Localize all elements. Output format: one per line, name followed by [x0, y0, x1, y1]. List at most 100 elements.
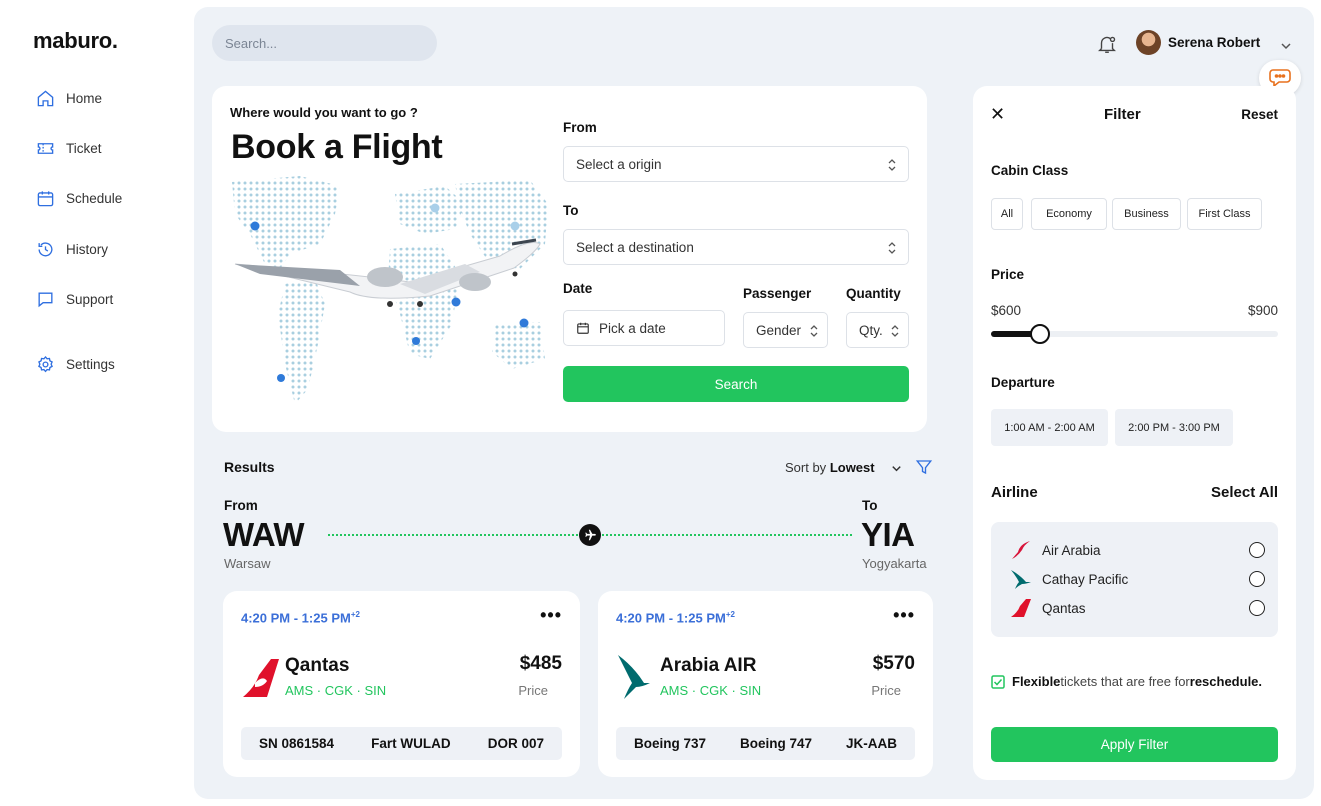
departure-option[interactable]: 2:00 PM - 3:00 PM [1115, 409, 1233, 446]
route-from-label: From [224, 498, 258, 513]
flight-price: $570 [872, 653, 915, 674]
flight-detail: Boeing 737 [634, 736, 707, 751]
airline-radio[interactable] [1249, 571, 1265, 587]
nav-label: Schedule [66, 191, 123, 206]
book-flight-card: Where would you want to go ? Book a Flig… [212, 86, 927, 432]
flex-bold-2: reschedule. [1189, 674, 1263, 689]
close-icon[interactable]: ✕ [990, 104, 1005, 125]
chevron-updown-icon [891, 325, 899, 337]
nav-label: Settings [66, 357, 115, 372]
price-slider-thumb[interactable] [1030, 324, 1050, 344]
calendar-icon [577, 322, 589, 334]
flight-card[interactable]: 4:20 PM - 1:25 PM+2 ••• Arabia AIR AMS ·… [598, 591, 933, 777]
checkbox-checked-icon[interactable] [991, 674, 1005, 689]
cabin-option-first-class[interactable]: First Class [1187, 198, 1262, 230]
apply-filter-button[interactable]: Apply Filter [991, 727, 1278, 762]
nav-item-home[interactable]: Home [36, 89, 102, 108]
cabin-option-all[interactable]: All [991, 198, 1023, 230]
from-city: Warsaw [224, 556, 271, 571]
avatar[interactable] [1136, 30, 1161, 55]
airline-radio[interactable] [1249, 542, 1265, 558]
nav-item-schedule[interactable]: Schedule [36, 189, 122, 208]
ticket-icon [37, 143, 54, 154]
booking-question: Where would you want to go ? [230, 105, 418, 120]
search-button[interactable]: Search [563, 366, 909, 402]
home-icon [37, 90, 54, 107]
quantity-select-value: Qty. [859, 322, 883, 338]
nav-item-settings[interactable]: Settings [36, 355, 115, 374]
airline-label: Airline [991, 484, 1038, 501]
passenger-select[interactable]: Gender [743, 312, 828, 348]
filter-title: Filter [1104, 106, 1141, 123]
filter-panel: ✕ Filter Reset Cabin Class All Economy B… [973, 86, 1296, 780]
more-options-icon[interactable]: ••• [540, 605, 562, 626]
price-slider[interactable] [991, 324, 1278, 344]
flex-bold-1: Flexible [1012, 674, 1061, 689]
price-min: $600 [991, 303, 1022, 318]
airline-option[interactable]: Qantas [1010, 597, 1265, 619]
origin-select[interactable]: Select a origin [563, 146, 909, 182]
chevron-down-icon[interactable] [1279, 39, 1293, 53]
airline-name: Arabia AIR [660, 655, 757, 676]
chevron-updown-icon [810, 325, 818, 337]
more-options-icon[interactable]: ••• [893, 605, 915, 626]
select-all-button[interactable]: Select All [1211, 484, 1278, 501]
airline-radio[interactable] [1249, 600, 1265, 616]
gear-icon [38, 355, 53, 373]
flight-details-bar: Boeing 737 Boeing 747 JK-AAB [616, 727, 915, 760]
flight-details-bar: SN 0861584 Fart WULAD DOR 007 [241, 727, 562, 760]
airline-option-name: Cathay Pacific [1042, 571, 1129, 587]
route-line [328, 534, 578, 536]
nav-label: History [66, 242, 109, 257]
flexible-ticket-option[interactable]: Flexible tickets that are free for resched… [991, 674, 1262, 689]
chat-icon [38, 292, 53, 308]
nav-label: Home [66, 91, 103, 106]
origin-select-value: Select a origin [576, 156, 662, 172]
nav-item-support[interactable]: Support [36, 290, 113, 309]
plane-icon [579, 524, 601, 546]
quantity-select[interactable]: Qty. [846, 312, 909, 348]
date-picker[interactable]: Pick a date [563, 310, 725, 346]
passenger-select-value: Gender [756, 322, 802, 338]
world-map-illustration [230, 174, 548, 414]
nav-item-history[interactable]: History [36, 240, 108, 259]
flight-card[interactable]: 4:20 PM - 1:25 PM+2 ••• Qantas AMS · CGK… [223, 591, 580, 777]
departure-label: Departure [991, 375, 1055, 390]
history-icon [38, 242, 53, 257]
from-label: From [563, 120, 597, 135]
departure-option[interactable]: 1:00 AM - 2:00 AM [991, 409, 1108, 446]
nav-label: Support [66, 292, 114, 307]
calendar-icon [37, 191, 54, 207]
chevron-updown-icon [888, 242, 896, 254]
qantas-logo-icon [1011, 599, 1031, 617]
filter-icon[interactable] [915, 458, 933, 476]
airline-option[interactable]: Air Arabia [1010, 539, 1265, 561]
search-input[interactable] [212, 25, 437, 61]
sort-dropdown[interactable]: Sort by Lowest [785, 460, 875, 475]
destination-select-value: Select a destination [576, 239, 694, 255]
airline-option[interactable]: Cathay Pacific [1010, 568, 1265, 590]
flight-detail: JK-AAB [845, 736, 897, 751]
to-label: To [563, 203, 579, 218]
flex-text: tickets that are free for [1060, 674, 1190, 689]
nav-item-ticket[interactable]: Ticket [36, 139, 102, 158]
passenger-label: Passenger [743, 286, 812, 301]
air-arabia-logo-icon [1012, 541, 1030, 559]
reset-button[interactable]: Reset [1241, 107, 1278, 122]
qantas-logo-icon [243, 659, 279, 697]
route-line [602, 534, 852, 536]
price-label: Price [871, 683, 901, 698]
user-name[interactable]: Serena Robert [1168, 35, 1260, 50]
results-title: Results [224, 459, 275, 475]
bell-icon[interactable] [1096, 33, 1118, 55]
cabin-option-business[interactable]: Business [1112, 198, 1181, 230]
flight-detail: SN 0861584 [259, 736, 335, 751]
flight-detail: Boeing 747 [739, 736, 813, 751]
cathay-logo-icon [618, 655, 650, 699]
price-label: Price [991, 267, 1025, 282]
destination-select[interactable]: Select a destination [563, 229, 909, 265]
brand-logo: maburo. [33, 28, 118, 53]
chevron-down-icon[interactable] [890, 462, 903, 475]
airline-name: Qantas [285, 655, 350, 676]
cabin-option-economy[interactable]: Economy [1031, 198, 1107, 230]
